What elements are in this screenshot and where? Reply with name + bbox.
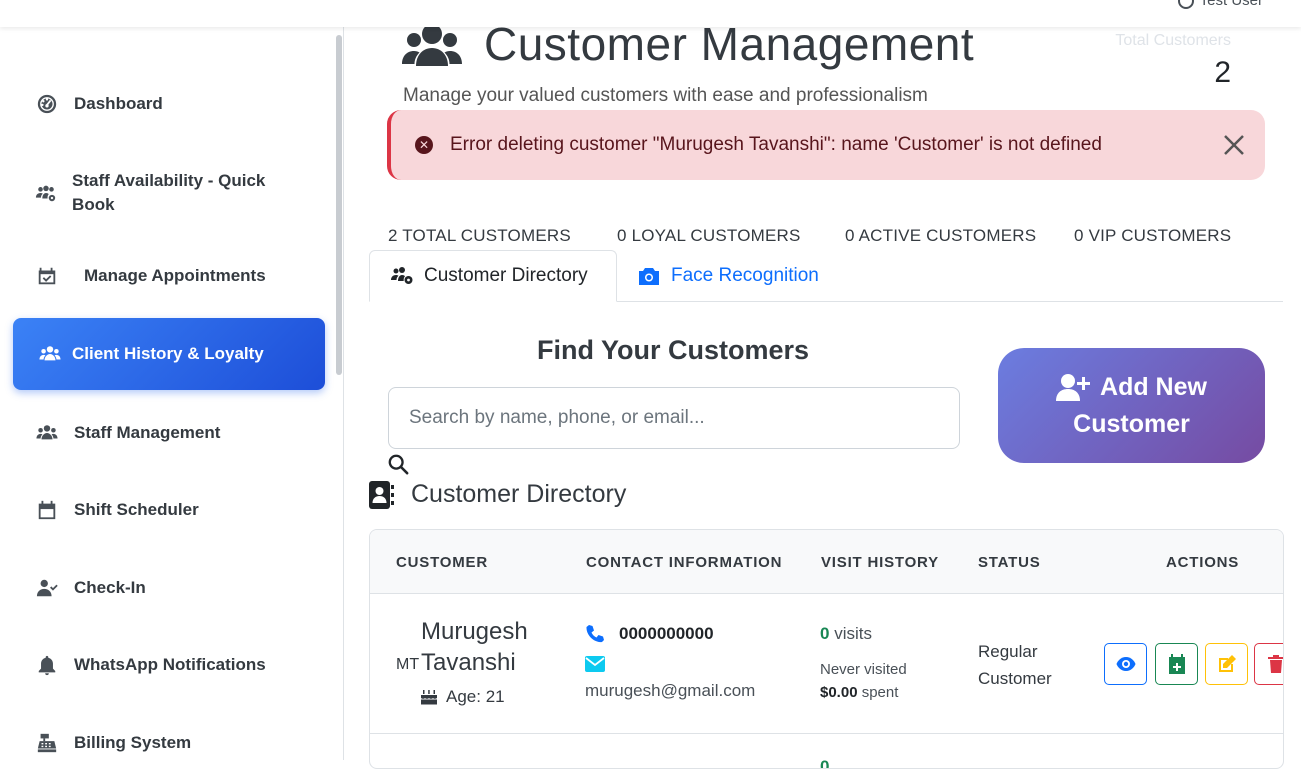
main-content: Customer Management Manage your valued c… — [344, 0, 1301, 769]
total-spent: $0.00 spent — [820, 684, 899, 701]
users-cog-icon — [35, 181, 57, 205]
phone-icon — [586, 625, 604, 643]
column-header: VISIT HISTORY — [821, 554, 939, 571]
user-circle-icon — [1177, 0, 1194, 9]
eye-icon — [1116, 657, 1135, 671]
sidebar-item-label: Client History & Loyalty — [72, 344, 264, 363]
sidebar-item-client-history[interactable]: Client History & Loyalty — [13, 318, 325, 390]
add-button-line1: Add New — [1100, 372, 1207, 401]
top-bar: Test User — [0, 0, 1301, 27]
sidebar-item-label: Check-In — [74, 578, 146, 597]
delete-customer-button[interactable] — [1254, 643, 1283, 685]
sidebar-item-staff-availability[interactable]: Staff Availability - Quick Book — [13, 167, 293, 219]
visit-count: 0 — [820, 757, 830, 769]
sidebar-item-billing-system[interactable]: Billing System — [13, 730, 325, 756]
bell-icon — [35, 653, 59, 677]
sidebar-item-label: Staff Management — [74, 423, 221, 442]
total-customers-value: 2 — [1214, 56, 1231, 89]
tab-face-recognition[interactable]: Face Recognition — [617, 250, 839, 302]
calendar-icon — [35, 498, 59, 522]
add-button-line2: Customer — [1073, 409, 1190, 438]
directory-heading: Customer Directory — [369, 480, 626, 509]
customer-name: Murugesh Tavanshi — [421, 616, 528, 678]
table-row: 0 — [370, 735, 1283, 769]
add-new-customer-button[interactable]: Add New Customer — [998, 348, 1265, 463]
error-alert: ✕ Error deleting customer "Murugesh Tava… — [387, 110, 1265, 180]
user-name: Test User — [1199, 0, 1263, 9]
column-header: CUSTOMER — [396, 554, 488, 571]
tab-bar: Customer Directory Face Recognition — [369, 250, 1283, 302]
sidebar: Dashboard Staff Availability - Quick Boo… — [0, 27, 344, 760]
error-circle-icon: ✕ — [415, 136, 433, 154]
address-book-icon — [369, 480, 394, 509]
last-visit: Never visited — [820, 661, 907, 678]
error-message: Error deleting customer "Murugesh Tavans… — [450, 134, 1102, 155]
close-alert-button[interactable] — [1221, 132, 1247, 158]
sidebar-item-label: WhatsApp Notifications — [74, 655, 266, 674]
user-menu[interactable]: Test User — [1177, 0, 1263, 9]
edit-customer-button[interactable] — [1205, 643, 1248, 685]
column-header: CONTACT INFORMATION — [586, 554, 783, 571]
avatar-initials: MT — [396, 656, 420, 673]
customer-last-name: Tavanshi — [421, 649, 516, 676]
stat-total-customers: 2 TOTAL CUSTOMERS — [388, 226, 571, 245]
visit-count: 0 visits — [820, 624, 872, 643]
tab-label: Face Recognition — [671, 265, 819, 286]
sidebar-scrollbar[interactable] — [336, 35, 342, 375]
camera-icon — [639, 268, 659, 285]
book-appointment-button[interactable] — [1155, 643, 1198, 685]
directory-title: Customer Directory — [411, 480, 627, 508]
calendar-check-icon — [35, 264, 59, 288]
stat-loyal-customers: 0 LOYAL CUSTOMERS — [617, 226, 801, 245]
sidebar-item-label: Staff Availability - Quick Book — [72, 171, 266, 214]
sidebar-item-label: Shift Scheduler — [74, 500, 199, 519]
users-icon — [38, 342, 62, 366]
sidebar-item-whatsapp-notifications[interactable]: WhatsApp Notifications — [13, 652, 325, 678]
tab-label: Customer Directory — [424, 265, 588, 286]
total-customers-label: Total Customers — [1115, 32, 1231, 49]
user-plus-icon — [1056, 374, 1091, 401]
search-icon[interactable] — [387, 453, 409, 475]
status-badge: Regular Customer — [978, 642, 1052, 688]
customer-table: CUSTOMER CONTACT INFORMATION VISIT HISTO… — [369, 529, 1284, 769]
column-header: STATUS — [978, 554, 1041, 571]
sidebar-item-staff-management[interactable]: Staff Management — [13, 420, 325, 446]
find-customers-title: Find Your Customers — [537, 335, 810, 365]
sidebar-item-label: Billing System — [74, 733, 192, 752]
dashboard-icon — [35, 92, 59, 116]
sidebar-item-label: Manage Appointments — [84, 266, 266, 285]
users-icon — [402, 24, 462, 66]
customer-email: murugesh@gmail.com — [585, 681, 756, 700]
search-input[interactable] — [388, 387, 960, 449]
users-cog-icon — [391, 267, 413, 284]
view-customer-button[interactable] — [1104, 643, 1147, 685]
user-check-icon — [35, 576, 59, 600]
stat-active-customers: 0 ACTIVE CUSTOMERS — [845, 226, 1037, 245]
sidebar-item-dashboard[interactable]: Dashboard — [13, 91, 325, 117]
page-subtitle: Manage your valued customers with ease a… — [403, 85, 928, 106]
table-header: CUSTOMER CONTACT INFORMATION VISIT HISTO… — [370, 530, 1283, 594]
sidebar-item-shift-scheduler[interactable]: Shift Scheduler — [13, 497, 325, 523]
envelope-icon — [585, 656, 605, 677]
sidebar-item-manage-appointments[interactable]: Manage Appointments — [13, 263, 325, 289]
stat-vip-customers: 0 VIP CUSTOMERS — [1074, 226, 1232, 245]
edit-icon — [1218, 655, 1236, 672]
users-icon — [35, 421, 59, 445]
trash-icon — [1267, 655, 1283, 673]
sidebar-item-label: Dashboard — [74, 94, 163, 113]
sidebar-item-check-in[interactable]: Check-In — [13, 575, 325, 601]
calendar-plus-icon — [1168, 654, 1185, 674]
birthday-cake-icon — [421, 690, 437, 705]
customer-age: Age: 21 — [420, 687, 505, 707]
cash-register-icon — [35, 731, 59, 755]
customer-phone: 0000000000 — [585, 624, 714, 644]
total-customers-card: Total Customers 2 — [1115, 32, 1231, 90]
close-icon — [1224, 135, 1244, 155]
table-row: MT Murugesh Tavanshi Age: 21 0000000000 … — [370, 594, 1283, 734]
customer-first-name: Murugesh — [421, 618, 528, 645]
column-header: ACTIONS — [1166, 554, 1240, 571]
tab-customer-directory[interactable]: Customer Directory — [369, 250, 617, 302]
